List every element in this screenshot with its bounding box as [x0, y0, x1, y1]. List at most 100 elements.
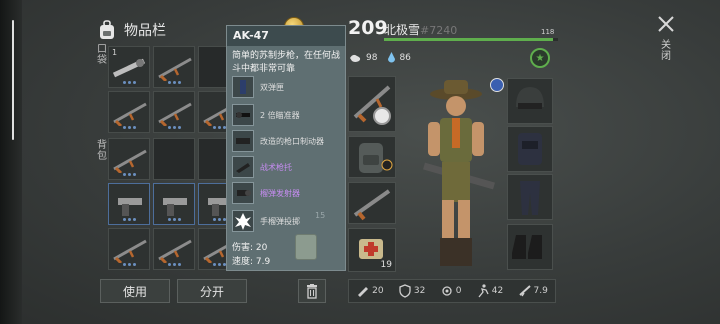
player-character — [423, 80, 495, 266]
pistol-icon — [118, 198, 142, 216]
thirst-stat: 86 — [387, 52, 411, 64]
hunger-stat: 98 — [349, 53, 377, 63]
equip-primary-weapon[interactable] — [348, 76, 396, 132]
backpack-label: 背包 — [97, 140, 107, 162]
armor-icon — [399, 284, 411, 298]
launcher-icon — [112, 58, 146, 78]
inventory-slot[interactable] — [108, 91, 150, 133]
status-star-badge[interactable]: ★ — [530, 48, 550, 68]
stat-value: 32 — [413, 286, 426, 296]
scope-attachment-icon — [373, 107, 391, 125]
rifle-icon — [113, 149, 147, 173]
trash-button[interactable] — [298, 279, 326, 303]
faction-badge-icon — [490, 78, 504, 92]
rifle-icon — [158, 102, 192, 126]
durability-dots — [122, 218, 136, 221]
stock-icon — [232, 156, 254, 178]
stat-value: 42 — [491, 286, 504, 296]
durability-dots — [167, 126, 181, 129]
item-tooltip: AK-47 简单的苏制步枪，在任何战斗中都非常可靠 双弹匣 2 倍瞄准器改造的枪口… — [226, 25, 346, 271]
equip-helmet[interactable] — [507, 78, 553, 124]
pocket-label: 口袋 — [97, 44, 107, 66]
close-icon[interactable] — [656, 14, 676, 34]
water-drop-icon — [388, 52, 396, 63]
equip-secondary-weapon[interactable] — [348, 182, 396, 224]
stat-value: 20 — [372, 286, 384, 296]
durability-dots — [167, 81, 181, 84]
tooltip-mod-row: 战术枪托 — [232, 156, 344, 178]
durability-dots — [212, 263, 226, 266]
tooltip-mod-label: 榴弹发射器 — [260, 189, 300, 198]
durability-dots — [122, 173, 136, 176]
tooltip-title: AK-47 — [227, 26, 345, 46]
vest-icon — [518, 133, 542, 165]
tooltip-mod-label: 手榴弹投掷 — [260, 217, 300, 226]
tooltip-description: 简单的苏制步枪，在任何战斗中都非常可靠 — [232, 51, 341, 74]
hunger-value: 98 — [366, 53, 378, 63]
trash-icon — [307, 283, 317, 299]
equip-boots[interactable] — [507, 224, 553, 270]
pants-icon — [520, 181, 540, 215]
inventory-slot[interactable] — [108, 138, 150, 180]
use-button[interactable]: 使用 — [100, 279, 170, 303]
stomach-icon — [350, 54, 361, 62]
tooltip-mod-label: 改造的枪口制动器 — [260, 137, 324, 146]
weapon-speed-icon — [518, 285, 531, 297]
vitals-row: 98 86 — [349, 48, 411, 68]
durability-dots — [122, 81, 136, 84]
equip-backpack[interactable] — [348, 136, 396, 178]
pistol-icon — [163, 198, 187, 216]
speed-icon — [478, 284, 489, 298]
inventory-slot[interactable] — [153, 183, 195, 225]
durability-dots — [122, 263, 136, 266]
magazine-icon — [232, 76, 254, 98]
tooltip-bg-count: 15 — [315, 211, 326, 220]
ammo-count: 19 — [380, 260, 392, 270]
boots-icon — [512, 235, 542, 259]
equip-medkit[interactable]: 19 — [348, 228, 396, 272]
durability-dots — [212, 218, 226, 221]
rifle-icon — [113, 239, 147, 263]
inventory-slot[interactable]: 1 — [108, 46, 150, 88]
tooltip-mod-label: 双弹匣 — [260, 83, 284, 92]
muzzle-icon — [232, 130, 254, 152]
stat-value: 0 — [455, 286, 462, 296]
grenade-icon — [232, 210, 254, 232]
stat-value: 7.9 — [533, 286, 548, 296]
durability-dots — [212, 126, 226, 129]
stat-item: 7.9 — [518, 283, 548, 299]
rifle-icon — [158, 57, 192, 81]
inventory-slot[interactable] — [153, 91, 195, 133]
split-button[interactable]: 分开 — [177, 279, 247, 303]
stat-item: 32 — [398, 283, 425, 299]
inventory-title: 物品栏 — [124, 23, 166, 39]
tooltip-mod-row: 手榴弹投掷 — [232, 210, 344, 232]
rifle-icon — [158, 239, 192, 263]
inventory-slot-empty[interactable] — [153, 138, 195, 180]
tooltip-mod-row: 榴弹发射器 — [232, 182, 344, 204]
screen-edge — [0, 0, 22, 324]
tooltip-mod-label: 战术枪托 — [260, 163, 292, 172]
inventory-slot[interactable] — [153, 228, 195, 270]
inventory-slot[interactable] — [108, 228, 150, 270]
equip-vest[interactable] — [507, 126, 553, 172]
close-label[interactable]: 关闭 — [660, 40, 672, 62]
tooltip-mod-row: 2 倍瞄准器 — [232, 104, 344, 126]
stat-item: 0 — [440, 283, 462, 299]
player-stats-bar: 20 32 0 42 7.9 — [348, 279, 556, 303]
equip-pants[interactable] — [507, 174, 553, 220]
tooltip-mod-label: 2 倍瞄准器 — [260, 111, 300, 120]
durability-dots — [167, 218, 181, 221]
inventory-slot[interactable] — [108, 183, 150, 225]
player-name: 北极雪 — [384, 23, 421, 37]
stat-item: 42 — [476, 283, 503, 299]
stat-item: 20 — [356, 283, 384, 299]
player-id: #7240 — [420, 24, 458, 37]
xp-bar-fill — [384, 38, 553, 41]
inventory-slot[interactable] — [153, 46, 195, 88]
rifle-icon — [113, 102, 147, 126]
noise-icon — [442, 286, 452, 296]
xp-value: 118 — [541, 28, 555, 36]
xp-bar — [384, 38, 558, 41]
attack-icon — [358, 287, 369, 297]
